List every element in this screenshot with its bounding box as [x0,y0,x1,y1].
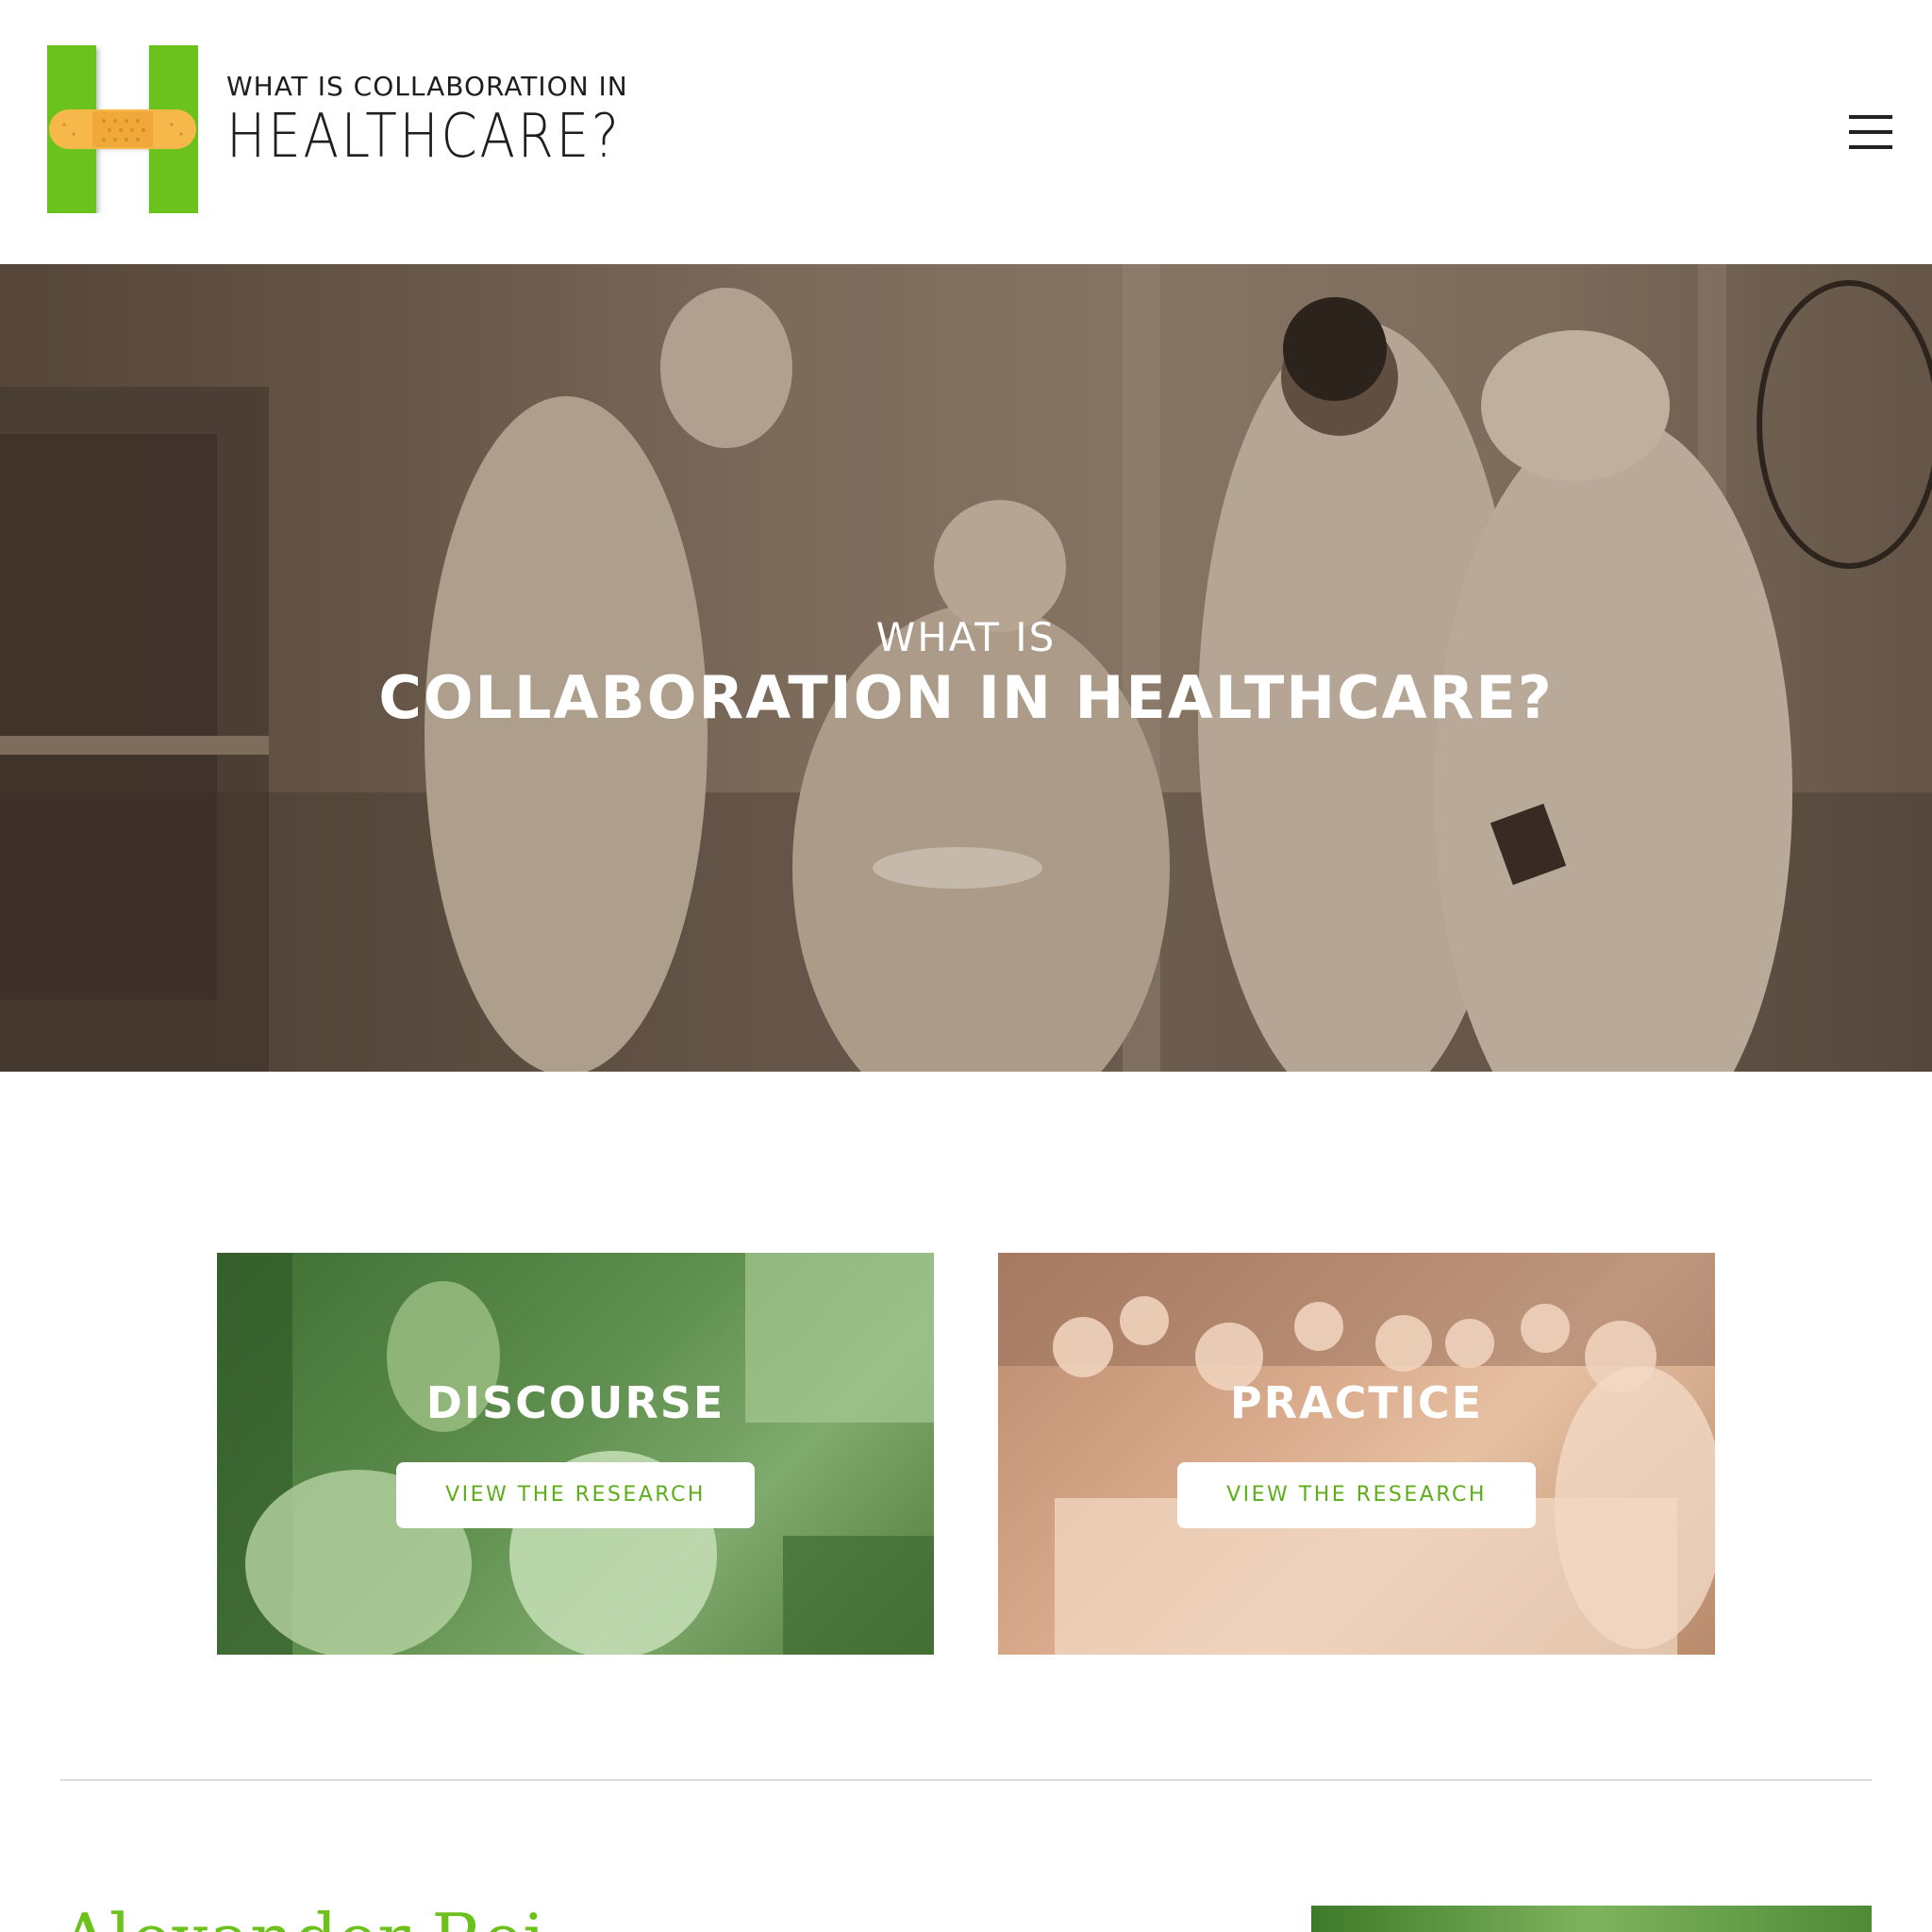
section-image [1311,1906,1872,1932]
hero-banner: WHAT IS COLLABORATION IN HEALTHCARE? [0,264,1932,1072]
view-research-button-discourse[interactable]: VIEW THE RESEARCH [396,1462,755,1528]
logo-h-bandage-icon[interactable] [47,45,198,213]
site-header: WHAT IS COLLABORATION IN HEALTHCARE? [0,0,1932,264]
logo-subtitle: WHAT IS COLLABORATION IN [226,71,628,102]
discourse-photo [217,1253,934,1655]
hero-title-small: WHAT IS [875,614,1057,660]
hero-heading: WHAT IS COLLABORATION IN HEALTHCARE? [0,613,1932,734]
card-practice[interactable]: PRACTICE VIEW THE RESEARCH [998,1253,1715,1655]
hamburger-menu-icon[interactable] [1849,115,1892,149]
practice-photo [998,1253,1715,1655]
view-research-button-practice[interactable]: VIEW THE RESEARCH [1177,1462,1536,1528]
card-title-discourse: DISCOURSE [425,1377,725,1428]
card-title-practice: PRACTICE [1229,1377,1484,1428]
logo-title: HEALTHCARE? [226,102,622,172]
card-discourse[interactable]: DISCOURSE VIEW THE RESEARCH [217,1253,934,1655]
section-divider [60,1779,1872,1781]
section-heading: Alexander Rei [60,1896,544,1932]
hero-title-big: COLLABORATION IN HEALTHCARE? [378,663,1554,732]
logo-text[interactable]: WHAT IS COLLABORATION IN HEALTHCARE? [226,70,686,170]
